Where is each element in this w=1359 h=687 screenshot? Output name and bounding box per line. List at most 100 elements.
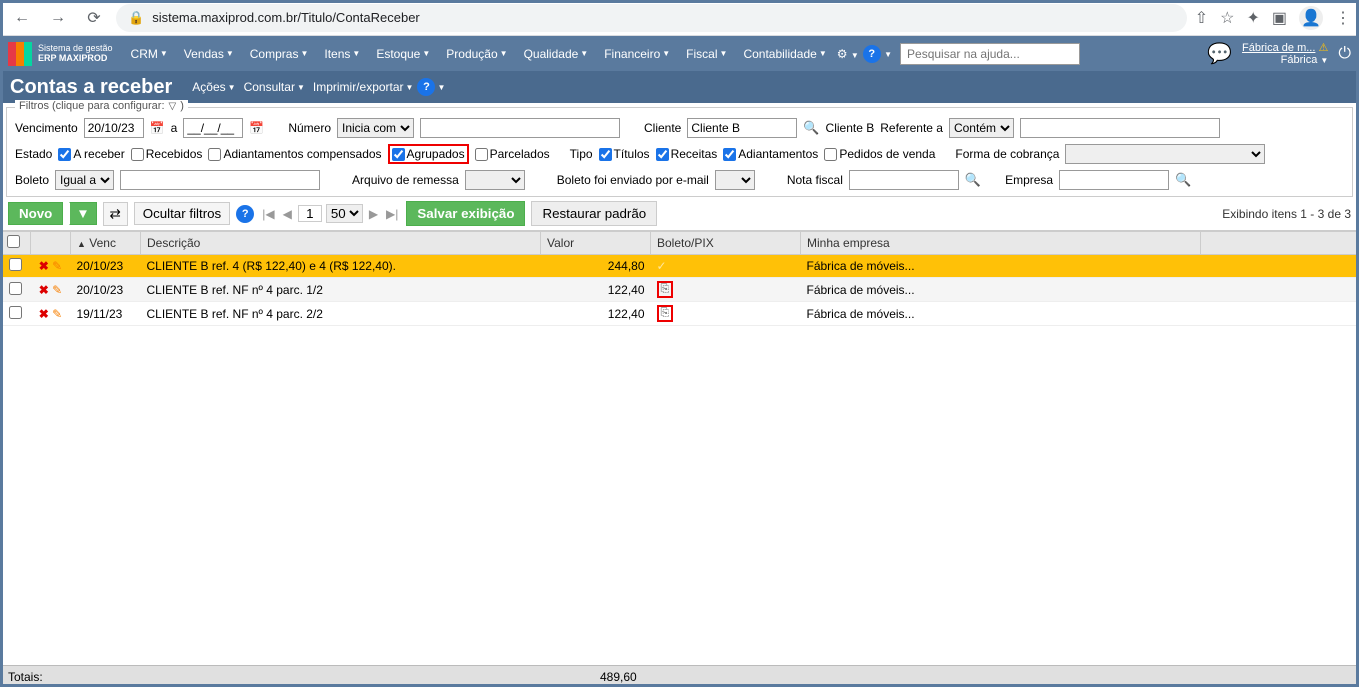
menu-vendas[interactable]: Vendas ▼	[178, 43, 240, 65]
reload-button[interactable]: ⟳	[80, 4, 108, 32]
referente-op-select[interactable]: Contém	[949, 118, 1014, 138]
user-link[interactable]: Fábrica de m...	[1242, 42, 1315, 54]
cell-desc: CLIENTE B ref. NF nº 4 parc. 1/2	[141, 278, 541, 302]
pager-size-select[interactable]: 50	[326, 204, 363, 223]
table-row[interactable]: ✖ ✎20/10/23CLIENTE B ref. NF nº 4 parc. …	[1, 278, 1359, 302]
forward-button[interactable]: →	[44, 4, 72, 32]
calendar-icon[interactable]: 📅	[150, 121, 165, 135]
filters-legend[interactable]: Filtros (clique para configurar: ▽ )	[15, 100, 188, 112]
col-header-empresa[interactable]: Minha empresa	[801, 232, 1201, 255]
arquivo-label: Arquivo de remessa	[352, 173, 459, 187]
search-icon[interactable]: 🔍	[803, 120, 819, 136]
table-row[interactable]: ✖ ✎19/11/23CLIENTE B ref. NF nº 4 parc. …	[1, 302, 1359, 326]
cell-boleto: ⎘	[651, 278, 801, 302]
delete-icon[interactable]: ✖	[39, 259, 49, 273]
empresa-input[interactable]	[1059, 170, 1169, 190]
chk-recebidos[interactable]	[131, 148, 144, 161]
menu-fiscal[interactable]: Fiscal ▼	[680, 43, 733, 65]
menu-icon[interactable]: ⋮	[1335, 8, 1351, 28]
menu-compras[interactable]: Compras ▼	[244, 43, 315, 65]
profile-icon[interactable]: 👤	[1299, 6, 1323, 30]
extensions-icon[interactable]: ✦	[1246, 8, 1259, 28]
chk-a-receber[interactable]	[58, 148, 71, 161]
nota-input[interactable]	[849, 170, 959, 190]
menu-financeiro[interactable]: Financeiro ▼	[598, 43, 676, 65]
share-icon[interactable]: ⇧	[1195, 8, 1208, 28]
numero-input[interactable]	[420, 118, 620, 138]
search-icon[interactable]: 🔍	[1175, 172, 1191, 188]
help-icon[interactable]: ?	[236, 205, 254, 223]
row-checkbox[interactable]	[9, 282, 22, 295]
calendar-icon[interactable]: 📅	[249, 121, 264, 135]
chk-titulos[interactable]	[599, 148, 612, 161]
power-icon[interactable]: ⏻	[1338, 45, 1351, 63]
bookmark-icon[interactable]: ☆	[1220, 8, 1234, 28]
edit-icon[interactable]: ✎	[52, 259, 62, 273]
nota-label: Nota fiscal	[787, 173, 843, 187]
row-checkbox[interactable]	[9, 258, 22, 271]
gear-icon[interactable]: ⚙ ▼	[837, 47, 859, 61]
search-icon[interactable]: 🔍	[965, 172, 981, 188]
col-header-valor[interactable]: Valor	[541, 232, 651, 255]
back-button[interactable]: ←	[8, 4, 36, 32]
menu-produção[interactable]: Produção ▼	[440, 43, 513, 65]
chk-parcelados[interactable]	[475, 148, 488, 161]
chk-receitas[interactable]	[656, 148, 669, 161]
chat-icon[interactable]: 💬	[1207, 41, 1232, 66]
logo[interactable]: Sistema de gestão ERP MAXIPROD	[8, 42, 113, 66]
page-title: Contas a receber	[10, 76, 172, 99]
vencimento-to-input[interactable]	[183, 118, 243, 138]
edit-icon[interactable]: ✎	[52, 283, 62, 297]
boleto-input[interactable]	[120, 170, 320, 190]
vencimento-from-input[interactable]	[84, 118, 144, 138]
chk-agrupados[interactable]	[392, 148, 405, 161]
row-checkbox[interactable]	[9, 306, 22, 319]
delete-icon[interactable]: ✖	[39, 307, 49, 321]
col-header-boleto[interactable]: Boleto/PIX	[651, 232, 801, 255]
novo-button[interactable]: Novo	[8, 202, 63, 225]
arquivo-select[interactable]	[465, 170, 525, 190]
pager-first[interactable]: |◀	[260, 207, 276, 221]
pager-last[interactable]: ▶|	[384, 207, 400, 221]
email-select[interactable]	[715, 170, 755, 190]
table-row[interactable]: ✖ ✎20/10/23CLIENTE B ref. 4 (R$ 122,40) …	[1, 255, 1359, 278]
cliente-input[interactable]	[687, 118, 797, 138]
referente-input[interactable]	[1020, 118, 1220, 138]
numero-op-select[interactable]: Inicia com	[337, 118, 414, 138]
copy-icon[interactable]: ⎘	[657, 281, 674, 298]
restaurar-padrao-button[interactable]: Restaurar padrão	[531, 201, 657, 226]
forma-select[interactable]	[1065, 144, 1265, 164]
menu-itens[interactable]: Itens ▼	[318, 43, 366, 65]
chk-adiantamentos[interactable]	[723, 148, 736, 161]
menu-contabilidade[interactable]: Contabilidade ▼	[737, 43, 832, 65]
totais-label: Totais:	[8, 670, 43, 684]
refresh-button[interactable]: ⇄	[103, 202, 128, 226]
delete-icon[interactable]: ✖	[39, 283, 49, 297]
panel-icon[interactable]: ▣	[1272, 8, 1287, 28]
menu-crm[interactable]: CRM ▼	[125, 43, 174, 65]
pager-next[interactable]: ▶	[367, 207, 380, 221]
action-aes[interactable]: Ações ▼	[192, 80, 235, 94]
select-all-checkbox[interactable]	[7, 235, 20, 248]
action-consultar[interactable]: Consultar ▼	[244, 80, 305, 94]
boleto-op-select[interactable]: Igual a	[55, 170, 114, 190]
pager-prev[interactable]: ◀	[281, 207, 294, 221]
menu-qualidade[interactable]: Qualidade ▼	[518, 43, 595, 65]
chk-adiant-comp[interactable]	[208, 148, 221, 161]
search-help-input[interactable]	[900, 43, 1080, 65]
help-page[interactable]: ? ▼	[417, 78, 445, 96]
help-menu[interactable]: ? ▼	[863, 45, 892, 63]
url-bar[interactable]: 🔒 sistema.maxiprod.com.br/Titulo/ContaRe…	[116, 4, 1187, 32]
novo-dropdown[interactable]: ▼	[69, 202, 96, 225]
copy-icon[interactable]: ⎘	[657, 305, 674, 322]
salvar-exibicao-button[interactable]: Salvar exibição	[406, 201, 525, 226]
col-header-desc[interactable]: Descrição	[141, 232, 541, 255]
pager-page-input[interactable]	[298, 205, 322, 222]
edit-icon[interactable]: ✎	[52, 307, 62, 321]
col-header-venc[interactable]: ▲ Venc	[71, 232, 141, 255]
chk-pedidos[interactable]	[824, 148, 837, 161]
action-imprimirexportar[interactable]: Imprimir/exportar ▼	[313, 80, 414, 94]
menu-estoque[interactable]: Estoque ▼	[370, 43, 436, 65]
cliente-label: Cliente	[644, 121, 681, 135]
ocultar-filtros-button[interactable]: Ocultar filtros	[134, 202, 231, 225]
